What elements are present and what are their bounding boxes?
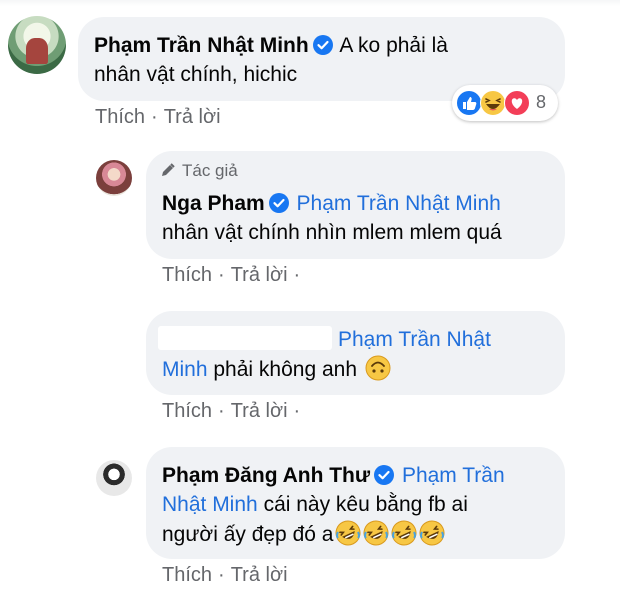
comment-text: nhân vật chính, hichic	[94, 63, 298, 86]
like-button[interactable]: Thích	[162, 264, 212, 286]
comment-actions: Thích · Trả lời	[95, 106, 221, 129]
comment-text: nhân vật chính nhìn mlem mlem quá	[162, 221, 502, 244]
haha-icon	[480, 90, 506, 116]
like-button[interactable]: Thích	[162, 400, 212, 422]
comment-line: Minh phải không anh	[162, 355, 391, 384]
comment-actions: Thích · Trả lời	[162, 564, 288, 587]
comment-line: Nga Pham Phạm Trần Nhật Minh	[162, 190, 501, 218]
comment-line: người ấy đẹp đó a	[162, 520, 445, 549]
comment-thread: Phạm Trần Nhật Minh A ko phải là nhân vậ…	[0, 0, 620, 611]
avatar[interactable]	[96, 160, 132, 196]
comment-actions: Thích · Trả lời ·	[162, 400, 306, 423]
like-button[interactable]: Thích	[95, 106, 145, 128]
comment-text: phải không anh	[213, 358, 358, 381]
rolling-on-floor-laughing-icon	[391, 520, 417, 546]
separator: ·	[293, 264, 301, 286]
separator: ·	[218, 400, 225, 422]
reactions-summary[interactable]: 8	[452, 85, 558, 121]
upside-down-face-icon	[365, 355, 391, 381]
love-icon	[504, 90, 530, 116]
separator: ·	[218, 264, 225, 286]
rolling-on-floor-laughing-icon	[335, 520, 361, 546]
redacted-author	[158, 326, 332, 350]
rolling-on-floor-laughing-icon	[419, 520, 445, 546]
comment-line: Phạm Đăng Anh Thư Phạm Trần	[162, 462, 505, 490]
verified-badge-icon	[268, 193, 289, 213]
reply-button[interactable]: Trả lời	[231, 400, 288, 422]
avatar[interactable]	[8, 16, 66, 74]
separator: ·	[151, 106, 158, 128]
author-label: Tác giả	[160, 161, 238, 181]
reaction-count: 8	[536, 92, 547, 112]
like-icon	[456, 90, 482, 116]
comment-line: Phạm Trần Nhật	[158, 326, 491, 354]
author-label-text: Tác giả	[182, 161, 238, 180]
verified-badge-icon	[374, 465, 395, 485]
reply-button[interactable]: Trả lời	[231, 264, 288, 286]
comment-text: A ko phải là	[339, 34, 448, 57]
mention-link[interactable]: Phạm Trần Nhật Minh	[297, 192, 501, 215]
comment-text: cái này kêu bằng fb ai	[263, 493, 468, 516]
emoji-row	[333, 520, 445, 546]
separator: ·	[218, 564, 225, 586]
verified-badge-icon	[312, 35, 333, 55]
comment-author[interactable]: Phạm Trần Nhật Minh	[94, 34, 309, 57]
mention-link[interactable]: Nhật Minh	[162, 493, 258, 516]
comment-actions: Thích · Trả lời ·	[162, 264, 306, 287]
comment-author[interactable]: Phạm Đăng Anh Thư	[162, 464, 370, 487]
mention-link[interactable]: Phạm Trần Nhật	[338, 328, 491, 351]
comment-author[interactable]: Nga Pham	[162, 192, 265, 215]
like-button[interactable]: Thích	[162, 564, 212, 586]
separator: ·	[293, 400, 301, 422]
comment-line: Phạm Trần Nhật Minh A ko phải là	[94, 32, 448, 60]
mention-link[interactable]: Minh	[162, 358, 208, 381]
avatar[interactable]	[96, 460, 132, 496]
reply-button[interactable]: Trả lời	[231, 564, 288, 586]
pencil-icon	[162, 163, 175, 176]
rolling-on-floor-laughing-icon	[363, 520, 389, 546]
reply-button[interactable]: Trả lời	[164, 106, 221, 128]
top-divider	[0, 0, 620, 6]
comment-line: Nhật Minh cái này kêu bằng fb ai	[162, 491, 468, 519]
mention-link[interactable]: Phạm Trần	[402, 464, 505, 487]
comment-text: người ấy đẹp đó a	[162, 523, 334, 546]
